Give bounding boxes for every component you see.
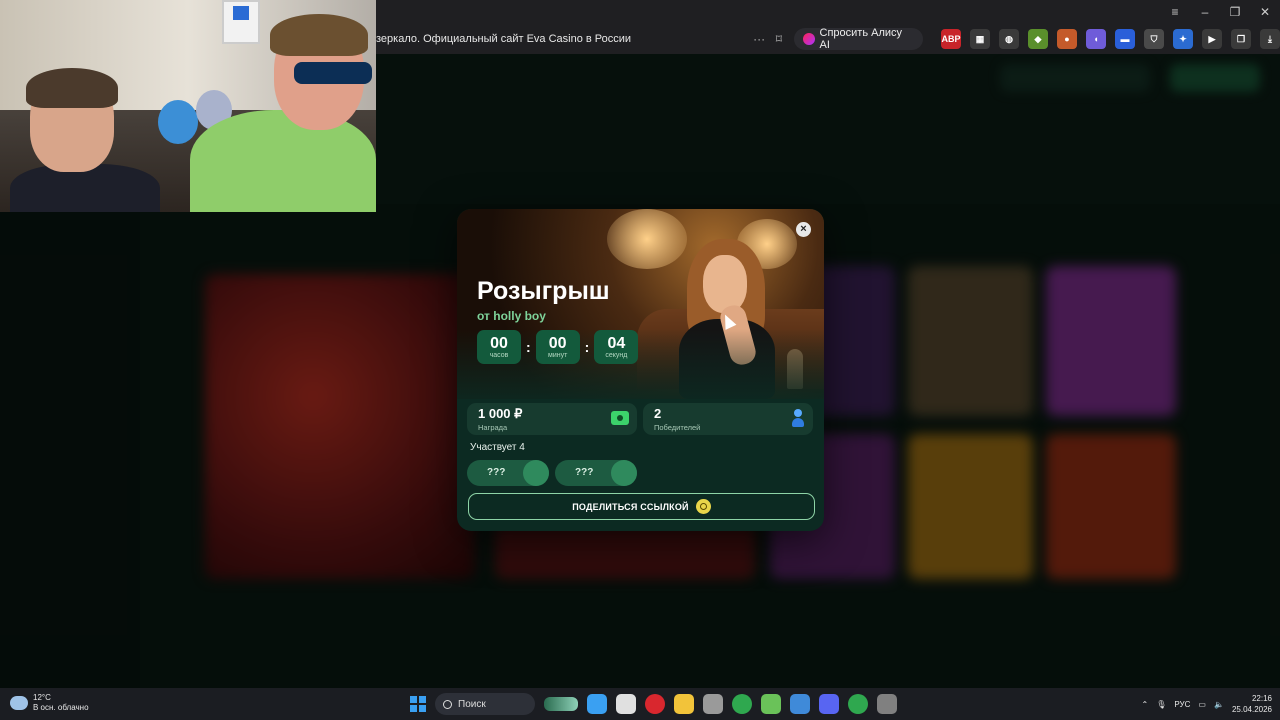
timer-hours-value: 00 [490, 335, 508, 352]
search-label: Поиск [458, 698, 486, 710]
search-highlight-image[interactable] [544, 697, 578, 711]
participant-avatar [611, 460, 637, 486]
giveaway-modal: × Розыгрыш от holly boy 00 часов : 00 ми… [457, 209, 824, 531]
windows-start-icon[interactable] [410, 696, 426, 712]
download-icon[interactable]: ⤓ [1260, 29, 1280, 49]
taskbar-app-icon[interactable] [761, 694, 781, 714]
shield-icon[interactable]: ⛉ [1144, 29, 1164, 49]
puzzle-icon[interactable]: ◆ [1028, 29, 1048, 49]
taskbar-app-icon[interactable] [616, 694, 636, 714]
winners-label: Победителей [654, 423, 701, 432]
timer-minutes-value: 00 [548, 335, 567, 352]
taskbar-apps: Поиск [410, 692, 897, 716]
share-link-button[interactable]: ПОДЕЛИТЬСЯ ССЫЛКОЙ [468, 493, 815, 520]
minimize-button[interactable]: – [1190, 0, 1220, 24]
money-icon [611, 411, 629, 425]
cloud-weather-icon [10, 696, 28, 710]
collections-icon[interactable]: ❐ [1231, 29, 1251, 49]
qr-icon[interactable]: ▦ [970, 29, 990, 49]
close-window-button[interactable]: ✕ [1250, 0, 1280, 24]
timer-separator: : [584, 339, 590, 355]
user-icon [792, 409, 804, 429]
taskbar-app-icon[interactable] [819, 694, 839, 714]
winners-card: 2 Победителей [643, 403, 813, 435]
extensions-bar: ABP ▦ ◍ ◆ ● ◖ ▬ ⛉ ✦ ▶ ❐ ⤓ [941, 29, 1280, 49]
participant-name: ??? [575, 467, 594, 478]
timer-seconds-label: секунд [605, 352, 628, 359]
hero-light [607, 209, 687, 269]
taskbar-search[interactable]: Поиск [435, 693, 535, 715]
timer-minutes-label: минут [548, 352, 568, 359]
search-icon [443, 699, 452, 709]
close-button[interactable]: × [796, 222, 811, 237]
timer-seconds-value: 04 [607, 335, 626, 352]
more-icon[interactable]: ··· [750, 32, 768, 46]
prize-label: Награда [478, 423, 508, 432]
participant-chip[interactable]: ??? [467, 460, 549, 486]
prize-value: 1 000 ₽ [478, 406, 523, 421]
fox-icon[interactable]: ● [1057, 29, 1077, 49]
timer-hours-label: часов [489, 352, 509, 359]
timer-separator: : [526, 339, 531, 355]
display-icon[interactable]: ▭ [1198, 700, 1206, 709]
system-tray: ⌃ 🎙 РУС ▭ 🔈 22:16 25.04.2026 [1142, 692, 1272, 716]
globe-icon[interactable]: ◍ [999, 29, 1019, 49]
taskbar-app-icon[interactable] [587, 694, 607, 714]
winners-value: 2 [654, 406, 662, 421]
taskbar-app-icon[interactable] [732, 694, 752, 714]
clock-time: 22:16 [1251, 694, 1272, 703]
participant-avatar [523, 460, 549, 486]
timer-hours: 00 часов [477, 330, 521, 364]
prize-card: 1 000 ₽ Награда [467, 403, 637, 435]
participants-count: Участвует 4 [470, 442, 525, 453]
hero-woman-face [703, 255, 747, 313]
cloud-icon[interactable]: ◖ [1086, 29, 1106, 49]
timer-minutes: 00 минут [535, 330, 580, 364]
ask-alice-button[interactable]: Спросить Алису AI [793, 27, 923, 51]
link-icon [695, 499, 711, 514]
menu-icon[interactable]: ≡ [1160, 0, 1190, 24]
address-bar[interactable]: зеркало. Официальный сайт Eva Casino в Р… [376, 26, 1280, 52]
window-controls: ≡ – ❐ ✕ [1160, 0, 1280, 24]
webcam-overlay [0, 0, 376, 212]
taskbar-app-icon[interactable] [645, 694, 665, 714]
countdown-timer: 00 часов : 00 минут : 04 секунд [477, 330, 639, 364]
volume-icon[interactable]: 🔈 [1214, 700, 1224, 709]
gear-blue-icon[interactable]: ✦ [1173, 29, 1193, 49]
webcam-person-left [10, 68, 160, 212]
taskbar-app-icon[interactable] [877, 694, 897, 714]
weather-desc: В осн. облачно [33, 703, 89, 712]
restore-button[interactable]: ❐ [1220, 0, 1250, 24]
clock-date: 25.04.2026 [1231, 705, 1272, 714]
modal-subtitle: от holly boy [477, 309, 546, 323]
language-indicator[interactable]: РУС [1174, 700, 1190, 709]
adblock-icon[interactable]: ABP [941, 29, 961, 49]
participant-chip[interactable]: ??? [555, 460, 637, 486]
share-link-label: ПОДЕЛИТЬСЯ ССЫЛКОЙ [572, 501, 689, 512]
weather-temp: 12°C [33, 693, 51, 702]
taskbar-app-icon[interactable] [848, 694, 868, 714]
timer-seconds: 04 секунд [594, 330, 639, 364]
card-icon[interactable]: ▬ [1115, 29, 1135, 49]
taskbar-app-icon[interactable] [790, 694, 810, 714]
microphone-icon[interactable]: 🎙 [1156, 700, 1166, 709]
chevron-up-icon[interactable]: ⌃ [1142, 700, 1149, 709]
participant-name: ??? [487, 467, 506, 478]
modal-title: Розыгрыш [477, 277, 610, 305]
address-text[interactable]: зеркало. Официальный сайт Eva Casino в Р… [376, 33, 750, 45]
weather-widget[interactable]: 12°C В осн. облачно [10, 693, 89, 713]
media-icon[interactable]: ▶ [1202, 29, 1222, 49]
taskbar-app-icon[interactable] [674, 694, 694, 714]
alice-icon [802, 33, 815, 45]
ask-alice-label: Спросить Алису AI [819, 27, 903, 51]
clock[interactable]: 22:16 25.04.2026 [1232, 693, 1272, 715]
taskbar: 12°C В осн. облачно Поиск ⌃ 🎙 РУС ▭ 🔈 22… [0, 688, 1280, 720]
taskbar-app-icon[interactable] [703, 694, 723, 714]
webcam-person-right [190, 14, 376, 212]
bookmark-icon[interactable]: ⌑ [768, 32, 790, 46]
